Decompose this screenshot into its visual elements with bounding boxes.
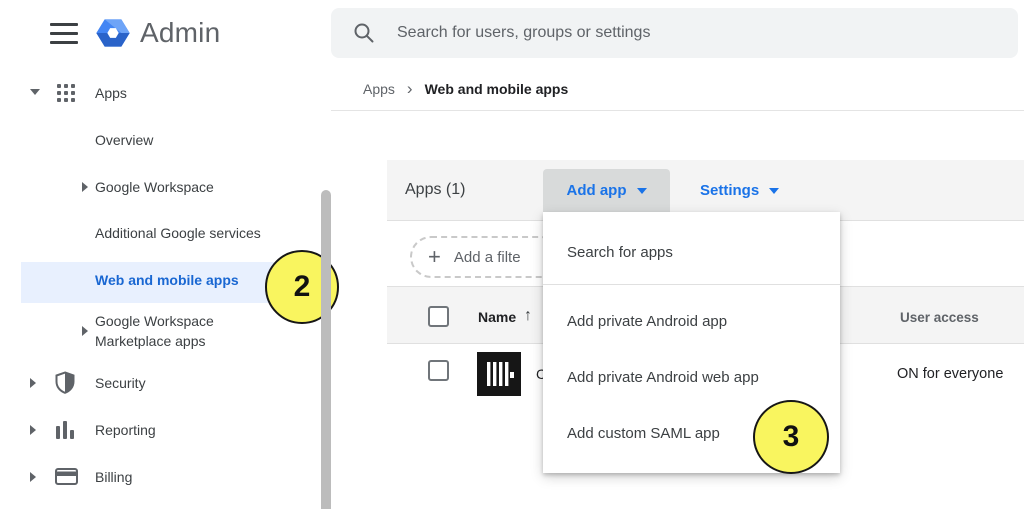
security-caret-icon[interactable] <box>30 378 36 388</box>
settings-caret-icon <box>769 188 779 194</box>
sidebar-scrollbar[interactable] <box>321 190 331 509</box>
add-filter-chip[interactable]: + Add a filte <box>410 236 562 278</box>
settings-button-label: Settings <box>700 182 759 199</box>
add-app-caret-icon <box>637 188 647 194</box>
sidebar-item-security[interactable]: Security <box>95 373 146 393</box>
sidebar-item-web-and-mobile-apps-label[interactable]: Web and mobile apps <box>95 272 239 288</box>
breadcrumb-apps-link[interactable]: Apps <box>363 81 395 97</box>
user-access-value: ON for everyone <box>897 366 1003 382</box>
column-header-name[interactable]: Name <box>478 309 516 325</box>
search-input[interactable]: Search for users, groups or settings <box>331 8 1018 58</box>
menu-divider <box>543 284 840 285</box>
credit-card-icon <box>55 468 78 485</box>
apps-count-label: Apps (1) <box>405 181 465 199</box>
column-header-user-access[interactable]: User access <box>900 310 979 325</box>
search-icon <box>353 22 375 44</box>
breadcrumb-current: Web and mobile apps <box>425 81 569 97</box>
sort-ascending-icon[interactable]: ↑ <box>524 307 532 325</box>
sidebar-item-billing[interactable]: Billing <box>95 467 132 487</box>
plus-icon: + <box>428 244 441 270</box>
billing-caret-icon[interactable] <box>30 472 36 482</box>
sidebar-item-overview[interactable]: Overview <box>95 130 153 150</box>
marketplace-apps-caret-icon[interactable] <box>82 326 88 336</box>
hamburger-menu-icon[interactable] <box>50 23 78 44</box>
menu-item-add-private-android-app[interactable]: Add private Android app <box>543 293 840 349</box>
add-app-button-label: Add app <box>567 182 627 199</box>
shield-icon <box>55 371 75 394</box>
sidebar-item-google-workspace[interactable]: Google Workspace <box>95 177 214 197</box>
google-admin-logo-icon <box>93 13 133 53</box>
settings-button[interactable]: Settings <box>700 169 779 212</box>
marketplace-apps-line2: Marketplace apps <box>95 331 214 351</box>
breadcrumb: Apps › Web and mobile apps <box>363 81 568 97</box>
google-workspace-caret-icon[interactable] <box>82 182 88 192</box>
annotation-step-3: 3 <box>753 400 829 474</box>
apps-grid-icon <box>57 84 77 104</box>
admin-console-screen: Admin Search for users, groups or settin… <box>0 0 1024 509</box>
app-logo-icon <box>477 352 521 396</box>
search-placeholder: Search for users, groups or settings <box>397 24 650 42</box>
sidebar-item-marketplace-apps[interactable]: Google Workspace Marketplace apps <box>95 311 214 351</box>
apps-expand-caret-icon[interactable] <box>30 89 40 95</box>
bar-chart-icon <box>55 421 75 439</box>
menu-item-search-for-apps[interactable]: Search for apps <box>543 220 840 284</box>
reporting-caret-icon[interactable] <box>30 425 36 435</box>
row-checkbox[interactable] <box>428 360 449 381</box>
sidebar-item-additional-google-services[interactable]: Additional Google services <box>95 223 261 243</box>
header-divider <box>331 110 1024 111</box>
select-all-checkbox[interactable] <box>428 306 449 327</box>
breadcrumb-chevron-icon: › <box>407 82 413 96</box>
marketplace-apps-line1: Google Workspace <box>95 311 214 331</box>
add-filter-label: Add a filte <box>454 249 521 266</box>
sidebar-item-apps[interactable]: Apps <box>95 83 127 103</box>
menu-item-add-private-android-web-app[interactable]: Add private Android web app <box>543 349 840 405</box>
add-app-button[interactable]: Add app <box>543 169 670 212</box>
sidebar-item-reporting[interactable]: Reporting <box>95 420 156 440</box>
app-title: Admin <box>140 17 220 49</box>
